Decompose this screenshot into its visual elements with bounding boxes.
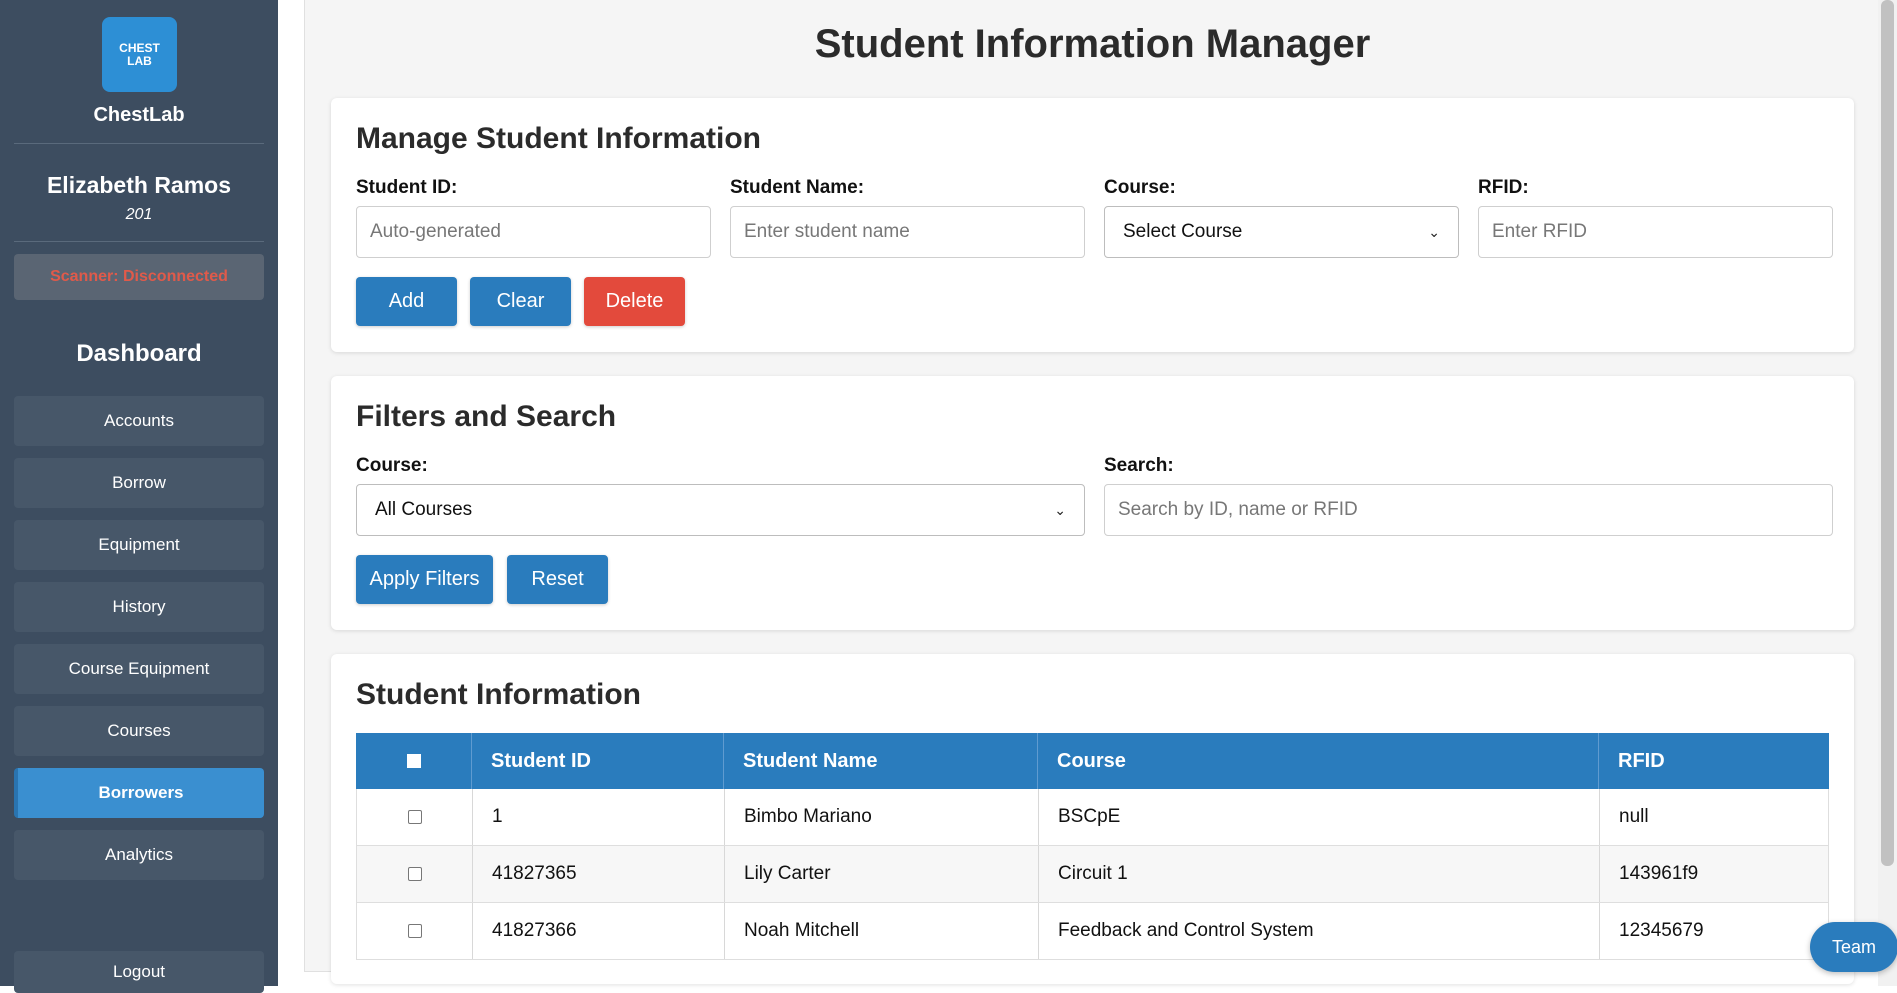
row-checkbox[interactable] [407,924,422,938]
rfid-input[interactable] [1478,206,1833,258]
user-name: Elizabeth Ramos [46,172,232,198]
reset-button[interactable]: Reset [507,555,608,604]
cell-student-id: 41827365 [473,846,725,902]
column-header-course[interactable]: Course [1038,733,1599,789]
cell-rfid: 143961f9 [1619,863,1699,884]
student-info-title: Student Information [356,678,641,711]
apply-filters-button[interactable]: Apply Filters [356,555,493,604]
app-logo: CHEST LAB [102,17,177,92]
logo-line-1: CHEST [119,40,160,55]
manage-card-title: Manage Student Information [356,122,761,155]
search-label: Search: [1104,455,1174,476]
cell-student-name: Bimbo Mariano [725,789,1039,845]
team-button[interactable]: Team [1810,922,1897,972]
logout-button[interactable]: Logout [14,951,264,993]
clear-button[interactable]: Clear [470,277,571,326]
row-checkbox[interactable] [407,810,422,824]
cell-course: Circuit 1 [1039,846,1600,902]
cell-student-name: Lily Carter [725,846,1039,902]
course-select[interactable]: Select Course ⌄ [1104,206,1459,258]
user-id: 201 [125,206,153,223]
cell-rfid: null [1619,806,1649,827]
filter-course-select[interactable]: All Courses ⌄ [356,484,1085,536]
course-label: Course: [1104,177,1176,198]
sidebar: CHEST LAB ChestLab Elizabeth Ramos 201 S… [0,0,278,993]
sidebar-divider [14,143,264,144]
filter-course-label: Course: [356,455,428,476]
add-button[interactable]: Add [356,277,457,326]
cell-student-id: 1 [473,789,725,845]
sidebar-divider [14,241,264,242]
cell-student-id: 41827366 [473,903,725,959]
row-checkbox[interactable] [407,867,422,881]
cell-student-name: Noah Mitchell [725,903,1039,959]
cell-course: BSCpE [1039,789,1600,845]
row-select-cell [357,846,473,902]
student-id-label: Student ID: [356,177,458,198]
cell-rfid: 12345679 [1619,920,1704,941]
search-input[interactable] [1104,484,1833,536]
chevron-down-icon: ⌄ [1428,223,1440,240]
sidebar-item-courses[interactable]: Courses [14,706,264,756]
student-name-label: Student Name: [730,177,865,198]
table-row[interactable]: 41827366 Noah Mitchell Feedback and Cont… [356,903,1829,960]
filters-card-title: Filters and Search [356,400,617,433]
sidebar-item-history[interactable]: History [14,582,264,632]
student-information-card: Student Information Student ID Student N… [331,654,1854,984]
manage-student-card: Manage Student Information Student ID: S… [331,98,1854,352]
column-header-rfid[interactable]: RFID [1599,733,1829,789]
sidebar-item-course-equipment[interactable]: Course Equipment [14,644,264,694]
column-header-student-id[interactable]: Student ID [472,733,724,789]
scanner-status: Scanner: Disconnected [14,254,264,300]
cell-course: Feedback and Control System [1039,903,1600,959]
sidebar-item-borrow[interactable]: Borrow [14,458,264,508]
table-header: Student ID Student Name Course RFID [356,733,1829,789]
sidebar-item-borrowers[interactable]: Borrowers [14,768,264,818]
logo-line-2: LAB [127,53,152,68]
table-row[interactable]: 41827365 Lily Carter Circuit 1 143961f9 [356,846,1829,903]
student-id-input[interactable] [356,206,711,258]
column-header-student-name[interactable]: Student Name [724,733,1038,789]
sidebar-item-analytics[interactable]: Analytics [14,830,264,880]
delete-button[interactable]: Delete [584,277,685,326]
dashboard-title: Dashboard [76,340,202,367]
table-row[interactable]: 1 Bimbo Mariano BSCpE null [356,789,1829,846]
filter-course-value: All Courses [375,499,473,520]
main-content: Student Information Manager Manage Stude… [304,0,1879,984]
scrollbar-thumb[interactable] [1881,0,1894,866]
select-all-cell [356,733,472,789]
sidebar-item-equipment[interactable]: Equipment [14,520,264,570]
app-name: ChestLab [93,104,185,126]
row-select-cell [357,903,473,959]
student-name-input[interactable] [730,206,1085,258]
sidebar-item-accounts[interactable]: Accounts [14,396,264,446]
select-all-checkbox[interactable] [406,754,421,768]
chevron-down-icon: ⌄ [1054,501,1066,518]
row-select-cell [357,789,473,845]
filters-card: Filters and Search Course: All Courses ⌄… [331,376,1854,630]
rfid-label: RFID: [1478,177,1529,198]
course-select-value: Select Course [1123,221,1243,242]
page-title: Student Information Manager [814,22,1371,66]
